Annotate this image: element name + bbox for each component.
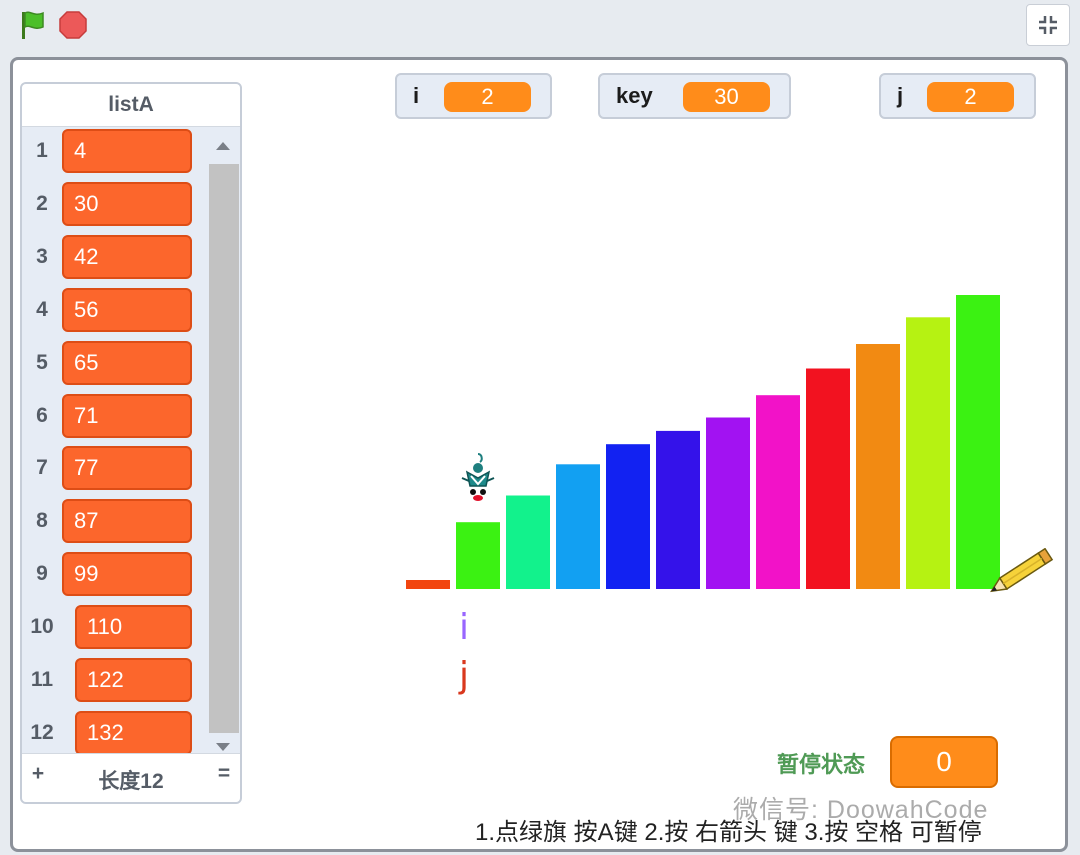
list-row: 4 56	[22, 286, 217, 339]
variable-value-i: 2	[444, 82, 531, 112]
list-row: 9 99	[22, 550, 217, 603]
bar-10	[856, 344, 900, 589]
top-control-bar	[0, 0, 1080, 50]
list-row-value[interactable]: 87	[62, 499, 192, 544]
list-row: 3 42	[22, 233, 217, 286]
bar-1	[406, 580, 450, 589]
list-row-value[interactable]: 4	[62, 129, 192, 173]
list-row: 11 122	[22, 656, 217, 709]
list-row: 10 110	[22, 603, 217, 656]
list-row-value[interactable]: 56	[62, 287, 192, 332]
list-row-value[interactable]: 122	[75, 658, 192, 702]
bar-7	[706, 417, 750, 589]
list-row-index: 4	[36, 297, 48, 321]
pause-state-value: 0	[890, 736, 998, 788]
bar-11	[906, 317, 950, 589]
bar-6	[656, 430, 700, 589]
variable-label-j: j	[897, 83, 904, 108]
list-row-index: 9	[36, 562, 48, 586]
exit-fullscreen-icon	[1039, 16, 1057, 34]
list-scrollbar[interactable]	[206, 127, 240, 755]
list-monitor-listA: listA 1 4 2 30 3 42 4 56 5 65 6 71 7 77 8 87 9 99 10 110 11 1…	[20, 82, 242, 804]
list-row-index: 3	[36, 244, 48, 268]
list-row: 8 87	[22, 497, 217, 550]
cat-sprite-icon[interactable]	[458, 450, 498, 508]
variable-monitor-i: i 2	[395, 73, 552, 119]
stage[interactable]: listA 1 4 2 30 3 42 4 56 5 65 6 71 7 77 8 87 9 99 10 110 11 1…	[10, 57, 1068, 852]
bar-5	[606, 444, 650, 589]
resize-handle[interactable]: =	[214, 762, 234, 786]
list-row-index: 10	[30, 615, 54, 639]
list-row-value[interactable]: 30	[62, 181, 192, 226]
pointer-j-label: j	[459, 655, 470, 696]
list-row-value[interactable]: 99	[62, 552, 192, 597]
scroll-up-arrow-icon[interactable]	[216, 142, 230, 150]
add-item-button[interactable]: +	[28, 762, 48, 786]
exit-fullscreen-button[interactable]	[1026, 4, 1070, 46]
list-row-value[interactable]: 42	[62, 234, 192, 279]
list-row: 2 30	[22, 180, 217, 233]
list-footer: + 长度12 =	[22, 753, 240, 802]
list-row-index: 1	[36, 139, 48, 162]
list-row-value[interactable]: 110	[75, 605, 192, 650]
list-row: 7 77	[22, 444, 217, 497]
list-row-value[interactable]: 71	[62, 393, 192, 438]
list-row-index: 11	[30, 668, 54, 691]
list-row-index: 6	[36, 403, 48, 427]
list-row-index: 2	[36, 191, 48, 215]
list-row: 14	[22, 127, 217, 180]
variable-label-i: i	[413, 83, 420, 108]
pencil-sprite-icon[interactable]	[986, 548, 1058, 596]
instructions-text: 1.点绿旗 按A键 2.按 右箭头 键 3.按 空格 可暂停	[475, 819, 982, 846]
bar-12	[956, 295, 1000, 589]
variable-label-key: key	[616, 83, 653, 108]
variable-monitor-key: key 30	[598, 73, 791, 119]
variable-monitor-j: j 2	[879, 73, 1036, 119]
scroll-thumb[interactable]	[209, 164, 239, 733]
bar-chart	[406, 295, 1000, 589]
list-row-value[interactable]: 77	[62, 446, 192, 491]
list-row: 6 71	[22, 392, 217, 445]
list-row-value[interactable]: 65	[62, 340, 192, 385]
list-length-label: 长度12	[98, 770, 164, 793]
stop-sign-icon[interactable]	[58, 10, 88, 40]
pause-state-label: 暂停状态	[777, 752, 866, 777]
bar-4	[556, 464, 600, 589]
list-row-index: 7	[36, 456, 48, 480]
list-row-index: 8	[36, 509, 48, 533]
list-row: 12 132	[22, 709, 217, 755]
bar-2	[456, 522, 500, 589]
variable-value-j: 2	[927, 82, 1014, 112]
scroll-down-arrow-icon[interactable]	[216, 743, 230, 751]
green-flag-icon[interactable]	[16, 8, 50, 42]
list-row: 5 65	[22, 339, 217, 392]
list-row-value[interactable]: 132	[75, 710, 192, 755]
bar-3	[506, 495, 550, 589]
variable-value-key: 30	[683, 82, 770, 112]
bar-9	[806, 368, 850, 589]
bar-8	[756, 395, 800, 589]
pointer-i-label: i	[459, 607, 470, 648]
list-row-index: 12	[30, 720, 54, 744]
list-row-index: 5	[36, 350, 48, 374]
list-title: listA	[22, 84, 240, 127]
